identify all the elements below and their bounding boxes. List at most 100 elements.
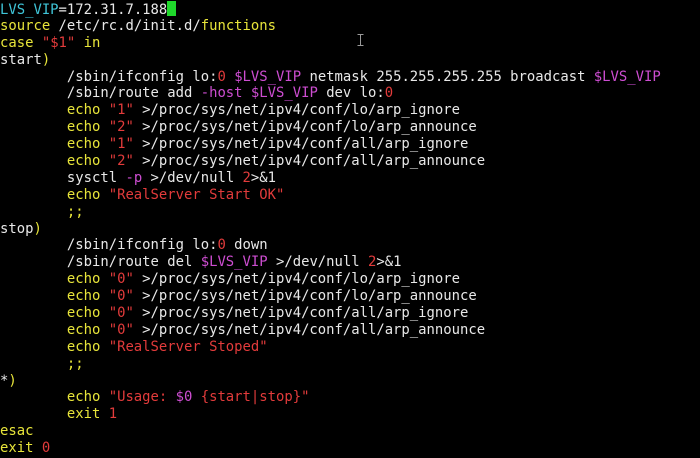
code-token: exit bbox=[0, 406, 109, 423]
code-line[interactable]: ;; bbox=[0, 356, 700, 373]
code-token: case bbox=[0, 34, 34, 51]
code-line[interactable]: case "$1" in bbox=[0, 35, 700, 52]
code-token: 2 bbox=[242, 169, 251, 186]
text-ibeam-cursor-icon bbox=[357, 34, 364, 46]
code-token: echo bbox=[0, 288, 109, 305]
code-line[interactable]: ;; bbox=[0, 204, 700, 221]
code-token: >/dev/null bbox=[267, 254, 368, 271]
code-line[interactable]: echo "0" >/proc/sys/net/ipv4/conf/lo/arp… bbox=[0, 271, 700, 288]
code-line[interactable]: echo "2" >/proc/sys/net/ipv4/conf/all/ar… bbox=[0, 153, 700, 170]
code-token: echo bbox=[0, 338, 109, 355]
code-token: /sbin/route del bbox=[0, 254, 201, 271]
code-token: -p bbox=[125, 169, 143, 186]
code-token: esac bbox=[0, 423, 34, 440]
code-line[interactable]: stop) bbox=[0, 221, 700, 238]
code-token: >&1 bbox=[376, 254, 402, 271]
code-token: down bbox=[225, 237, 268, 254]
code-token: in bbox=[75, 34, 101, 51]
code-token: -host bbox=[200, 85, 243, 102]
code-token: >/proc/sys/net/ipv4/conf/all/arp_ignore bbox=[133, 305, 469, 322]
code-token: netmask 255.255.255.255 broadcast bbox=[301, 68, 594, 85]
code-token: >/proc/sys/net/ipv4/conf/lo/arp_ignore bbox=[133, 102, 460, 119]
code-line[interactable]: echo "Usage: $0 {start|stop}" bbox=[0, 389, 700, 406]
code-token: 0 bbox=[217, 68, 226, 85]
code-line[interactable]: exit 1 bbox=[0, 406, 700, 423]
code-token: /sbin/ifconfig lo: bbox=[0, 237, 218, 254]
code-line[interactable]: echo "0" >/proc/sys/net/ipv4/conf/lo/arp… bbox=[0, 288, 700, 305]
code-token: >&1 bbox=[250, 169, 277, 186]
code-token: "$1" bbox=[41, 34, 76, 51]
code-token: >/dev/null bbox=[142, 169, 243, 186]
code-token: stop bbox=[0, 220, 34, 237]
code-token: "2" bbox=[108, 119, 134, 136]
code-line[interactable]: exit 0 bbox=[0, 440, 700, 457]
code-line[interactable]: echo "2" >/proc/sys/net/ipv4/conf/lo/arp… bbox=[0, 119, 700, 136]
code-token: >/proc/sys/net/ipv4/conf/lo/arp_announce bbox=[133, 119, 477, 136]
code-token: LVS_VIP bbox=[0, 2, 59, 18]
code-token: "Usage: bbox=[108, 389, 176, 406]
code-token: >/proc/sys/net/ipv4/conf/all/arp_announc… bbox=[133, 153, 486, 170]
code-line[interactable]: /sbin/route del $LVS_VIP >/dev/null 2>&1 bbox=[0, 254, 700, 271]
code-token: sysctl bbox=[0, 169, 126, 186]
code-token: dev lo: bbox=[317, 85, 385, 102]
code-line[interactable]: sysctl -p >/dev/null 2>&1 bbox=[0, 170, 700, 187]
code-token: "1" bbox=[108, 102, 134, 119]
code-token: $LVS_VIP bbox=[593, 68, 661, 85]
code-token: echo bbox=[0, 389, 109, 406]
code-token: "0" bbox=[108, 271, 134, 288]
code-line[interactable]: echo "0" >/proc/sys/net/ipv4/conf/all/ar… bbox=[0, 305, 700, 322]
code-token: echo bbox=[0, 186, 109, 203]
code-token: echo bbox=[0, 305, 109, 322]
code-line[interactable]: /sbin/ifconfig lo:0 $LVS_VIP netmask 255… bbox=[0, 69, 700, 86]
text-cursor bbox=[167, 1, 176, 16]
code-line[interactable]: echo "1" >/proc/sys/net/ipv4/conf/lo/arp… bbox=[0, 102, 700, 119]
code-line[interactable]: esac bbox=[0, 423, 700, 440]
code-token: >/proc/sys/net/ipv4/conf/lo/arp_announce bbox=[133, 288, 477, 305]
code-token: echo bbox=[0, 136, 109, 153]
code-token: /sbin/ifconfig lo: bbox=[0, 68, 218, 85]
code-line[interactable]: start) bbox=[0, 52, 700, 69]
code-token: /etc/rc.d/init.d/ bbox=[50, 17, 201, 34]
code-token: "2" bbox=[108, 153, 134, 170]
code-line[interactable]: source /etc/rc.d/init.d/functions bbox=[0, 18, 700, 35]
code-token: 1 bbox=[108, 406, 118, 423]
code-token: ;; bbox=[0, 203, 84, 220]
code-token: 0 bbox=[217, 237, 226, 254]
code-line[interactable]: /sbin/ifconfig lo:0 down bbox=[0, 237, 700, 254]
code-token: $LVS_VIP bbox=[200, 254, 268, 271]
code-line[interactable]: *) bbox=[0, 373, 700, 390]
code-token: $0 bbox=[175, 389, 193, 406]
code-token: ;; bbox=[0, 355, 84, 372]
terminal-editor[interactable]: LVS_VIP=172.31.7.188 source /etc/rc.d/ini… bbox=[0, 1, 700, 458]
code-token: "0" bbox=[108, 305, 134, 322]
code-token: echo bbox=[0, 153, 109, 170]
code-token: /sbin/route add bbox=[0, 85, 201, 102]
code-line[interactable]: echo "1" >/proc/sys/net/ipv4/conf/all/ar… bbox=[0, 136, 700, 153]
code-token: echo bbox=[0, 119, 109, 136]
code-token: >/proc/sys/net/ipv4/conf/all/arp_announc… bbox=[133, 321, 486, 338]
code-line[interactable]: echo "RealServer Start OK" bbox=[0, 187, 700, 204]
code-token: ) bbox=[8, 372, 17, 389]
code-line[interactable]: echo "RealServer Stoped" bbox=[0, 339, 700, 356]
code-token: >/proc/sys/net/ipv4/conf/lo/arp_ignore bbox=[133, 271, 460, 288]
code-token: $LVS_VIP bbox=[250, 85, 318, 102]
code-token: "RealServer Stoped" bbox=[108, 338, 268, 355]
code-token: =172.31.7.188 bbox=[58, 2, 168, 18]
code-token: start bbox=[0, 51, 42, 68]
code-token: ) bbox=[33, 220, 42, 237]
code-token: functions bbox=[200, 17, 277, 34]
code-token: "1" bbox=[108, 136, 134, 153]
code-token: 0 bbox=[41, 440, 51, 457]
code-line[interactable]: echo "0" >/proc/sys/net/ipv4/conf/all/ar… bbox=[0, 322, 700, 339]
code-token: "RealServer Start OK" bbox=[108, 186, 285, 203]
code-token: source bbox=[0, 17, 51, 34]
code-line[interactable]: LVS_VIP=172.31.7.188 bbox=[0, 1, 700, 18]
code-token: exit bbox=[0, 440, 42, 457]
code-line[interactable]: /sbin/route add -host $LVS_VIP dev lo:0 bbox=[0, 85, 700, 102]
code-token: >/proc/sys/net/ipv4/conf/all/arp_ignore bbox=[133, 136, 469, 153]
code-token: $LVS_VIP bbox=[234, 68, 302, 85]
code-token: echo bbox=[0, 271, 109, 288]
code-token: {start|stop}" bbox=[192, 389, 310, 406]
